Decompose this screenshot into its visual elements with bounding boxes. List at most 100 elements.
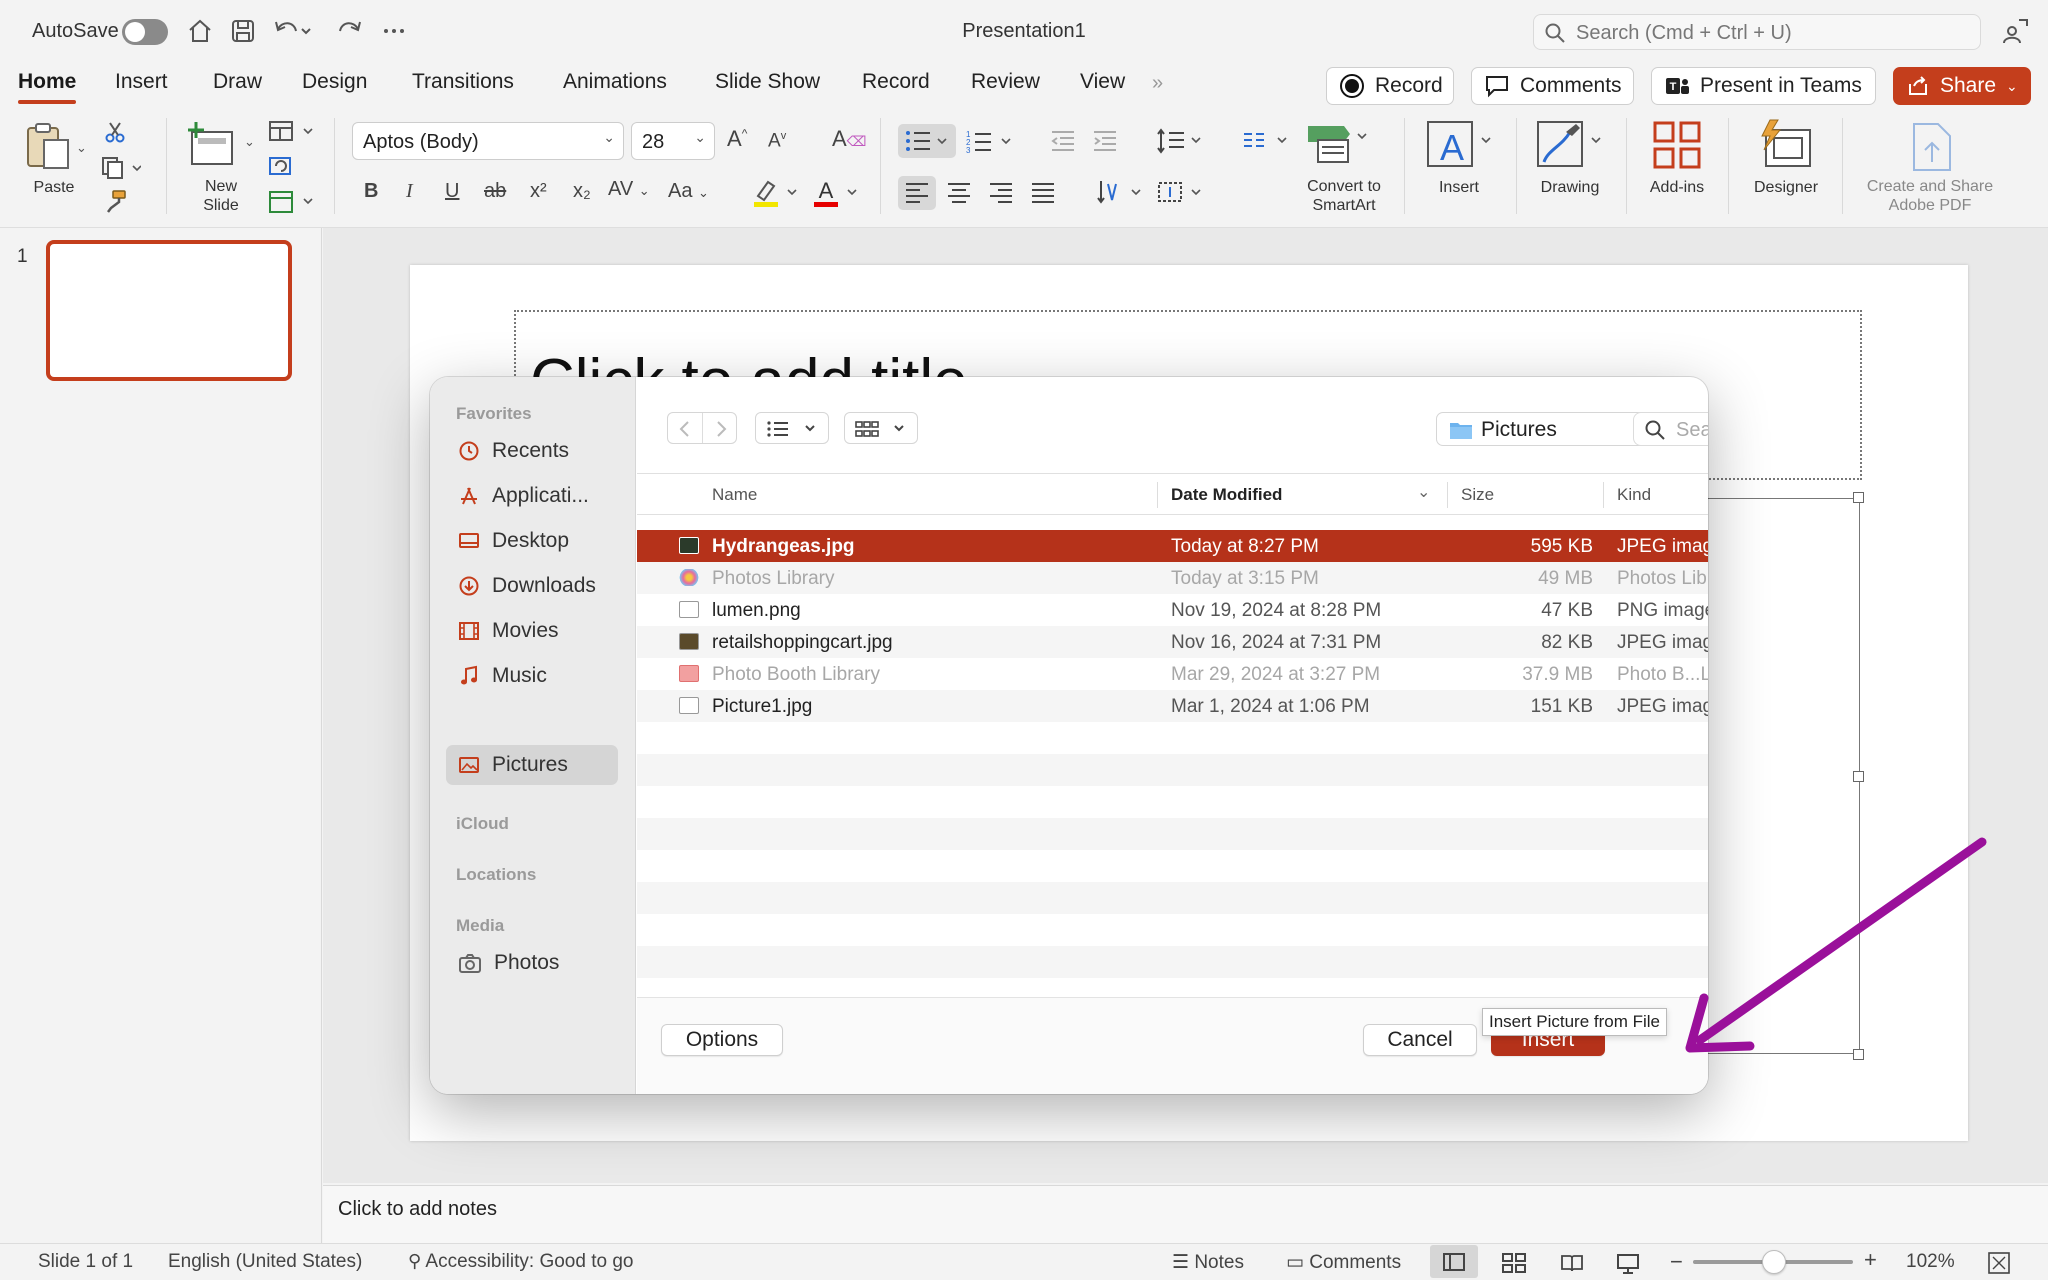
sidebar-item-recents[interactable]: Recents xyxy=(446,431,618,471)
sidebar-item-pictures[interactable]: Pictures xyxy=(446,745,618,785)
file-row[interactable]: Hydrangeas.jpg Today at 8:27 PM 595 KB J… xyxy=(637,530,1708,562)
subscript-button[interactable]: x₂ xyxy=(573,180,591,203)
align-right-icon[interactable] xyxy=(989,182,1013,204)
align-center-icon[interactable] xyxy=(947,182,971,204)
dialog-search-input[interactable]: Search xyxy=(1633,412,1708,446)
file-row[interactable]: Photos Library Today at 3:15 PM 49 MB Ph… xyxy=(637,562,1708,594)
undo-icon[interactable] xyxy=(272,17,312,45)
highlight-color-icon[interactable] xyxy=(752,176,802,208)
tab-slide-show[interactable]: Slide Show xyxy=(715,70,820,94)
cut-icon[interactable] xyxy=(103,120,127,144)
chevron-left-icon[interactable] xyxy=(676,420,694,438)
align-left-button[interactable] xyxy=(898,176,936,210)
change-case-button[interactable]: Aa ⌄ xyxy=(668,180,709,203)
search-input[interactable]: Search (Cmd + Ctrl + U) xyxy=(1533,14,1981,50)
group-by-button[interactable] xyxy=(844,412,918,444)
file-row[interactable]: Photo Booth Library Mar 29, 2024 at 3:27… xyxy=(637,658,1708,690)
italic-button[interactable]: I xyxy=(406,180,413,203)
underline-button[interactable]: U xyxy=(445,180,459,203)
reset-icon[interactable] xyxy=(268,154,294,178)
chevron-right-icon[interactable] xyxy=(712,420,730,438)
column-size[interactable]: Size xyxy=(1461,485,1494,505)
font-name-select[interactable]: Aptos (Body) ⌄ xyxy=(352,122,624,160)
decrease-indent-icon[interactable] xyxy=(1050,130,1076,152)
comments-toggle[interactable]: ▭ Comments xyxy=(1286,1251,1401,1274)
copy-icon[interactable] xyxy=(101,156,141,180)
section-icon[interactable] xyxy=(268,190,316,214)
options-button[interactable]: Options xyxy=(661,1024,783,1056)
line-spacing-icon[interactable] xyxy=(1156,128,1206,154)
font-size-select[interactable]: 28 ⌄ xyxy=(631,122,715,160)
bullets-button[interactable] xyxy=(898,124,956,158)
fit-to-window-icon[interactable] xyxy=(1988,1252,2010,1274)
zoom-level[interactable]: 102% xyxy=(1906,1251,1955,1273)
format-painter-icon[interactable] xyxy=(103,188,129,214)
sidebar-item-photos[interactable]: Photos xyxy=(446,943,618,983)
tab-transitions[interactable]: Transitions xyxy=(412,70,514,94)
column-date-modified[interactable]: Date Modified xyxy=(1171,485,1282,505)
notes-toggle[interactable]: ☰ Notes xyxy=(1172,1251,1244,1274)
file-row[interactable]: lumen.png Nov 19, 2024 at 8:28 PM 47 KB … xyxy=(637,594,1708,626)
column-kind[interactable]: Kind xyxy=(1617,485,1651,505)
share-button[interactable]: Share ⌄ xyxy=(1893,67,2031,105)
zoom-in-icon[interactable]: + xyxy=(1864,1247,1877,1273)
tab-draw[interactable]: Draw xyxy=(213,70,262,94)
increase-indent-icon[interactable] xyxy=(1092,130,1118,152)
slide-sorter-icon[interactable] xyxy=(1502,1253,1526,1273)
tab-animations[interactable]: Animations xyxy=(563,70,667,94)
drawing-icon[interactable] xyxy=(1536,120,1606,170)
home-icon[interactable] xyxy=(186,17,214,45)
paste-icon[interactable] xyxy=(22,120,74,172)
layout-icon[interactable] xyxy=(268,120,316,144)
tab-view[interactable]: View xyxy=(1080,70,1125,94)
text-direction-icon[interactable] xyxy=(1096,178,1146,206)
tab-insert[interactable]: Insert xyxy=(115,70,168,94)
resize-handle[interactable] xyxy=(1853,771,1864,782)
save-icon[interactable] xyxy=(229,17,257,45)
align-text-icon[interactable] xyxy=(1156,178,1206,206)
sidebar-item-music[interactable]: Music xyxy=(446,656,618,696)
adobe-pdf-icon[interactable] xyxy=(1910,122,1954,172)
increase-font-size-icon[interactable]: A^ xyxy=(727,126,747,152)
add-ins-icon[interactable] xyxy=(1652,120,1702,170)
zoom-slider-thumb[interactable] xyxy=(1762,1250,1786,1274)
designer-icon[interactable] xyxy=(1758,118,1814,170)
strikethrough-button[interactable]: ab xyxy=(484,180,506,203)
view-mode-list-button[interactable] xyxy=(755,412,829,444)
tab-design[interactable]: Design xyxy=(302,70,367,94)
file-row[interactable]: Picture1.jpg Mar 1, 2024 at 1:06 PM 151 … xyxy=(637,690,1708,722)
superscript-button[interactable]: x² xyxy=(530,180,547,203)
file-row[interactable]: retailshoppingcart.jpg Nov 16, 2024 at 7… xyxy=(637,626,1708,658)
decrease-font-size-icon[interactable]: Av xyxy=(768,130,786,152)
sidebar-item-movies[interactable]: Movies xyxy=(446,611,618,651)
resize-handle[interactable] xyxy=(1853,492,1864,503)
icloud-header[interactable]: iCloud xyxy=(456,814,509,834)
justify-icon[interactable] xyxy=(1031,182,1055,204)
slide-thumbnail[interactable] xyxy=(46,240,292,381)
columns-icon[interactable] xyxy=(1242,130,1292,152)
font-color-icon[interactable]: A xyxy=(812,176,862,208)
cancel-button[interactable]: Cancel xyxy=(1363,1024,1477,1056)
normal-view-button[interactable] xyxy=(1430,1245,1478,1278)
smartart-icon[interactable] xyxy=(1304,120,1372,166)
tab-home[interactable]: Home xyxy=(18,70,76,94)
sidebar-item-downloads[interactable]: Downloads xyxy=(446,566,618,606)
more-tabs-icon[interactable]: » xyxy=(1152,72,1163,95)
sidebar-item-applications[interactable]: Applicati... xyxy=(446,476,618,516)
zoom-out-icon[interactable]: − xyxy=(1670,1249,1683,1275)
character-spacing-button[interactable]: AV ⌄ xyxy=(608,178,650,201)
tab-review[interactable]: Review xyxy=(971,70,1040,94)
new-slide-icon[interactable] xyxy=(186,120,236,170)
slide-show-icon[interactable] xyxy=(1616,1253,1640,1275)
accessibility-status[interactable]: ⚲ Accessibility: Good to go xyxy=(408,1251,633,1273)
paste-chevron-icon[interactable]: ⌄ xyxy=(76,140,87,156)
record-button[interactable]: Record xyxy=(1326,67,1454,105)
sidebar-item-desktop[interactable]: Desktop xyxy=(446,521,618,561)
more-icon[interactable] xyxy=(380,17,408,45)
locations-header[interactable]: Locations xyxy=(456,865,536,885)
tab-record[interactable]: Record xyxy=(862,70,930,94)
notes-pane[interactable] xyxy=(323,1185,2048,1243)
column-name[interactable]: Name xyxy=(712,485,757,505)
new-slide-chevron-icon[interactable]: ⌄ xyxy=(244,134,255,150)
bold-button[interactable]: B xyxy=(364,180,378,203)
